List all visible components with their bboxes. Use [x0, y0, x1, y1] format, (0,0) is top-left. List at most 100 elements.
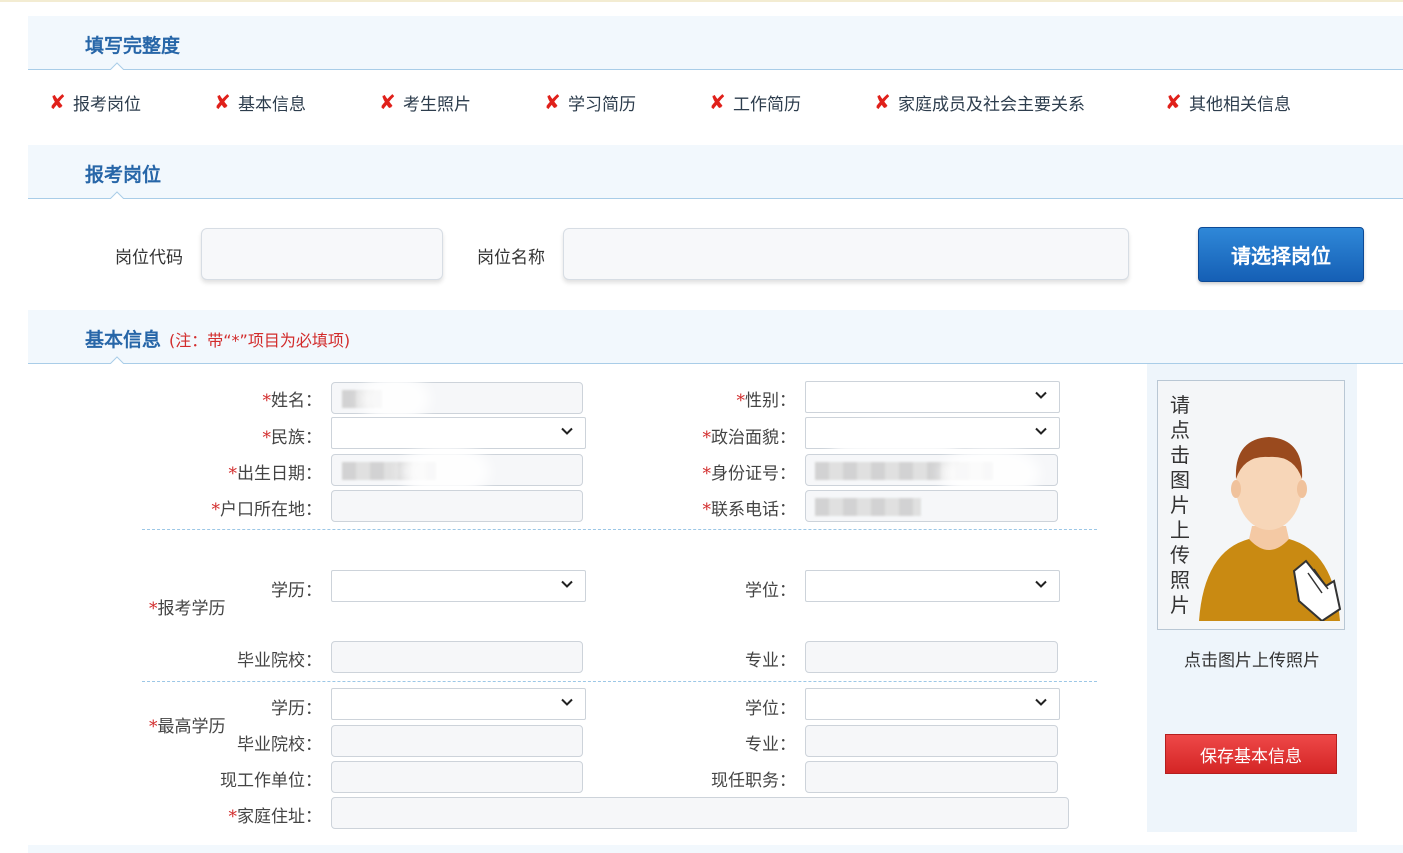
required-mark: *: [211, 500, 221, 520]
chevron-down-icon: [1035, 698, 1047, 706]
exam-major-label: 专业：: [745, 651, 796, 671]
highest-education-label: 学历：: [271, 699, 322, 719]
required-mark: *: [149, 599, 158, 619]
highest-school-input[interactable]: [331, 725, 583, 757]
political-label-text: 政治面貌：: [711, 428, 796, 448]
highest-edu-group-text: 最高学历: [157, 717, 226, 737]
save-basic-info-button[interactable]: 保存基本信息: [1165, 734, 1337, 774]
basic-info-header: 基本信息 (注：带“*”项目为必填项): [28, 310, 1403, 364]
required-mark: *: [149, 717, 158, 737]
hukou-label-text: 户口所在地：: [220, 500, 322, 520]
ethnicity-label-text: 民族：: [271, 428, 322, 448]
progress-item-study-resume[interactable]: ✘ 学习简历: [544, 89, 636, 115]
ethnicity-label: *民族：: [263, 423, 323, 448]
progress-label: 学习简历: [568, 94, 636, 115]
hukou-input[interactable]: [331, 490, 583, 522]
job-title: 报考岗位: [85, 164, 162, 186]
photo-panel: 请 点 击 图 片 上 传 照 片 点击图片上传照片 保存基本信息: [1147, 364, 1357, 832]
x-mark-icon: ✘: [709, 90, 726, 114]
progress-label: 家庭成员及社会主要关系: [898, 94, 1085, 115]
chevron-down-icon: [1035, 427, 1047, 435]
progress-item-photo[interactable]: ✘ 考生照片: [379, 89, 471, 115]
x-mark-icon: ✘: [49, 90, 66, 114]
avatar-upload-icon: [1199, 437, 1342, 621]
x-mark-icon: ✘: [1165, 90, 1182, 114]
exam-school-label: 毕业院校：: [237, 651, 322, 671]
exam-education-select[interactable]: [331, 570, 586, 602]
chevron-down-icon: [1035, 391, 1047, 399]
progress-item-basic-info[interactable]: ✘ 基本信息: [214, 89, 306, 115]
header-notch-icon: [110, 62, 124, 70]
highest-major-label: 专业：: [745, 735, 796, 755]
job-code-label: 岗位代码: [115, 248, 183, 268]
progress-label: 其他相关信息: [1189, 94, 1291, 115]
address-input[interactable]: [331, 797, 1069, 829]
phone-label: *联系电话：: [703, 495, 797, 520]
address-label: *家庭住址：: [229, 802, 323, 827]
position-input[interactable]: [805, 761, 1058, 793]
progress-label: 工作简历: [733, 94, 801, 115]
chevron-down-icon: [561, 427, 573, 435]
required-mark: *: [702, 428, 712, 448]
id-number-label: *身份证号：: [703, 459, 797, 484]
phone-label-text: 联系电话：: [711, 500, 796, 520]
required-mark: *: [702, 464, 712, 484]
required-mark: *: [702, 500, 712, 520]
photo-upload-area[interactable]: 请 点 击 图 片 上 传 照 片: [1157, 380, 1345, 630]
exam-major-input[interactable]: [805, 641, 1058, 673]
gender-select[interactable]: [805, 381, 1060, 413]
exam-degree-select[interactable]: [805, 570, 1060, 602]
chevron-down-icon: [561, 580, 573, 588]
required-mark: *: [228, 464, 238, 484]
birth-label-text: 出生日期：: [237, 464, 322, 484]
name-label-text: 姓名：: [271, 391, 322, 411]
progress-item-job[interactable]: ✘ 报考岗位: [49, 89, 141, 115]
chevron-down-icon: [561, 698, 573, 706]
highest-education-select[interactable]: [331, 688, 586, 720]
exam-degree-label: 学位：: [745, 581, 796, 601]
hukou-label: *户口所在地：: [212, 495, 323, 520]
completeness-title: 填写完整度: [85, 35, 181, 57]
x-mark-icon: ✘: [379, 90, 396, 114]
required-mark: *: [736, 391, 746, 411]
progress-item-other[interactable]: ✘ 其他相关信息: [1165, 89, 1291, 115]
required-mark: *: [262, 428, 272, 448]
bottom-strip: [28, 845, 1403, 853]
name-label: *姓名：: [263, 386, 323, 411]
progress-item-work-resume[interactable]: ✘ 工作简历: [709, 89, 801, 115]
position-label: 现任职务：: [711, 771, 796, 791]
gender-label: *性别：: [737, 386, 797, 411]
basic-info-title: 基本信息 (注：带“*”项目为必填项): [85, 325, 350, 352]
birth-date-label: *出生日期：: [229, 459, 323, 484]
basic-info-form: *姓名： *性别： *民族： *政治面貌： *出生日期： *身份证号： *户口所…: [0, 364, 1403, 853]
select-job-button[interactable]: 请选择岗位: [1198, 227, 1364, 282]
job-code-input[interactable]: [201, 228, 443, 280]
job-name-label: 岗位名称: [477, 248, 545, 268]
exam-education-label: 学历：: [271, 581, 322, 601]
progress-item-family[interactable]: ✘ 家庭成员及社会主要关系: [874, 89, 1085, 115]
highest-major-input[interactable]: [805, 725, 1058, 757]
completeness-progress: ✘ 报考岗位 ✘ 基本信息 ✘ 考生照片 ✘ 学习简历 ✘ 工作简历 ✘ 家庭成…: [0, 85, 1403, 121]
x-mark-icon: ✘: [214, 90, 231, 114]
highest-school-label: 毕业院校：: [237, 735, 322, 755]
highest-degree-label: 学位：: [745, 699, 796, 719]
exam-edu-group-text: 报考学历: [157, 599, 226, 619]
basic-info-title-text: 基本信息: [85, 329, 162, 351]
required-mark: *: [262, 391, 272, 411]
highest-education-group-label: *最高学历: [149, 712, 226, 737]
exam-education-group-label: *报考学历: [149, 594, 226, 619]
photo-caption: 点击图片上传照片: [1184, 651, 1320, 671]
gender-label-text: 性别：: [745, 391, 796, 411]
header-notch-icon: [110, 356, 124, 364]
exam-school-input[interactable]: [331, 641, 583, 673]
x-mark-icon: ✘: [544, 90, 561, 114]
ethnicity-select[interactable]: [331, 417, 586, 449]
chevron-down-icon: [1035, 580, 1047, 588]
highest-degree-select[interactable]: [805, 688, 1060, 720]
job-name-input[interactable]: [563, 228, 1129, 280]
completeness-header: 填写完整度: [28, 16, 1403, 70]
work-unit-label: 现工作单位：: [220, 771, 322, 791]
header-notch-icon: [110, 191, 124, 199]
work-unit-input[interactable]: [331, 761, 583, 793]
id-label-text: 身份证号：: [711, 464, 796, 484]
